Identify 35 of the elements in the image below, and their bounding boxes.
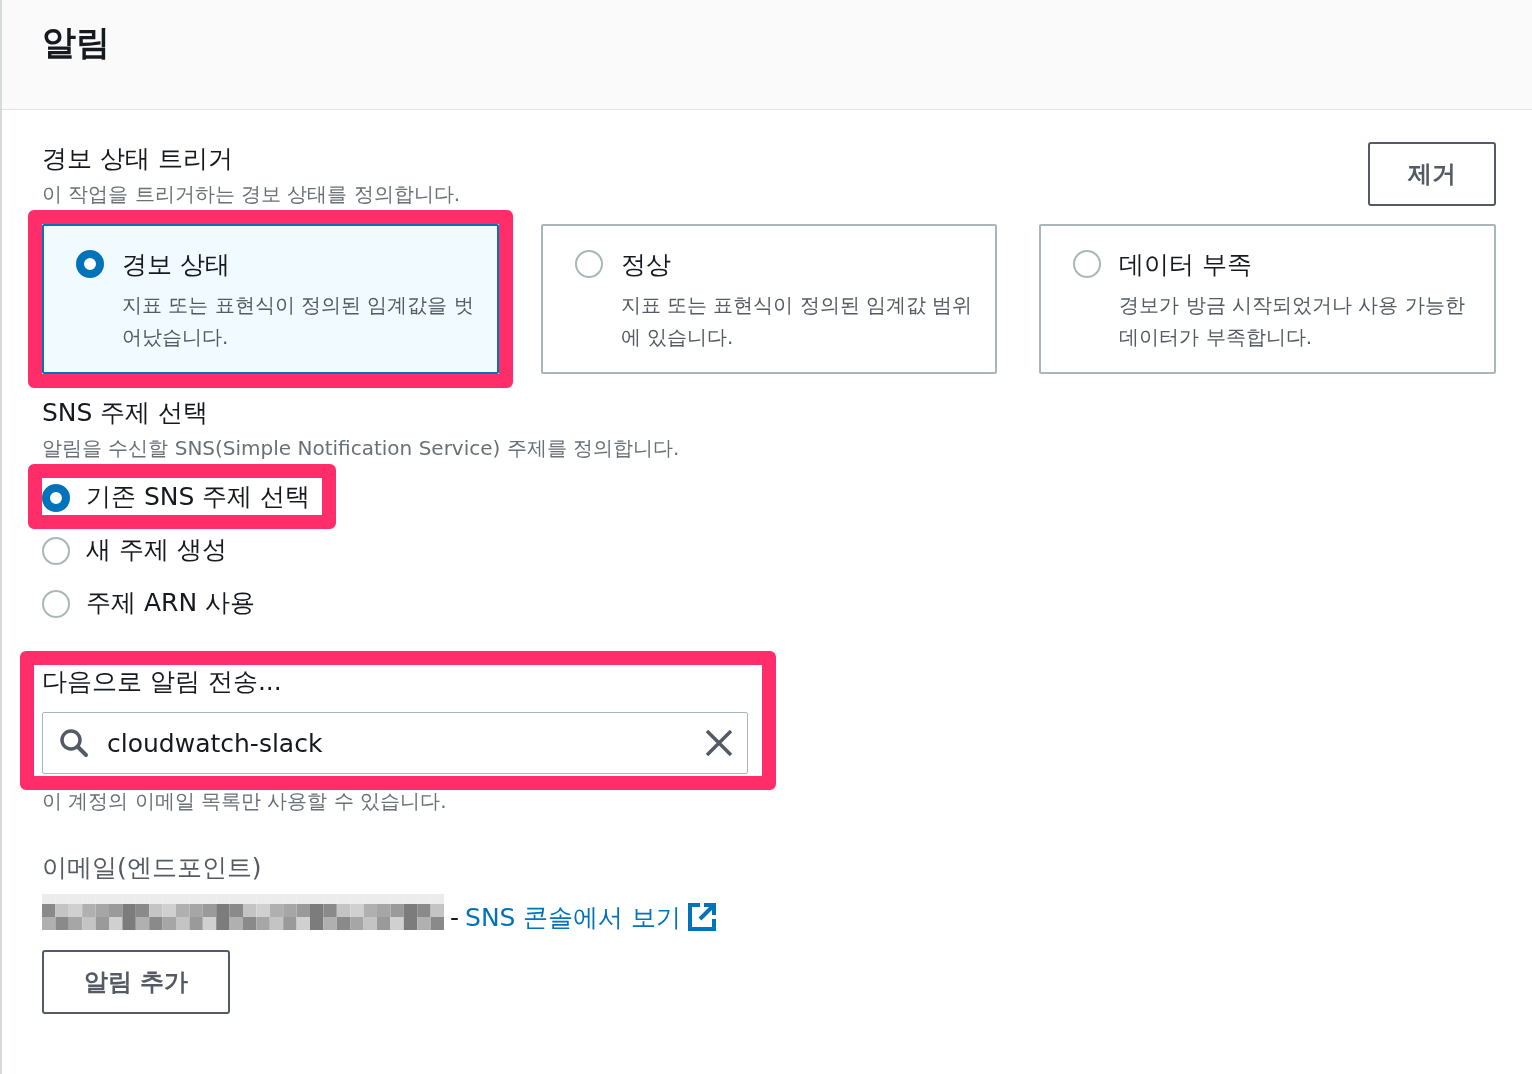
tile-title: 데이터 부족 — [1119, 249, 1254, 281]
field-value: cloudwatch-slack — [107, 728, 324, 758]
tile-title: 정상 — [620, 249, 672, 281]
field-hint: 이 계정의 이메일 목록만 사용할 수 있습니다. — [42, 788, 448, 815]
remove-button[interactable]: 제거 — [1368, 142, 1496, 206]
radio-button[interactable] — [42, 483, 70, 512]
separator-text: - — [450, 902, 460, 932]
radio-button[interactable] — [574, 250, 603, 278]
tile-title: 경보 상태 — [122, 249, 231, 281]
radio-button[interactable] — [42, 536, 70, 565]
panel-title: 알림 — [42, 22, 110, 62]
console-link[interactable]: SNS 콘솔에서 보기 — [465, 900, 682, 934]
tile-description: 지표 또는 표현식이 정의된 임계값을 벗어났습니다. — [122, 292, 475, 351]
radio-label[interactable]: 새 주제 생성 — [86, 533, 227, 566]
search-field[interactable]: cloudwatch-slack — [42, 712, 748, 774]
tile-description: 지표 또는 표현식이 정의된 임계값 범위에 있습니다. — [620, 292, 974, 351]
radio-button[interactable] — [42, 589, 70, 618]
radio-tile[interactable]: 데이터 부족 경보가 방금 시작되었거나 사용 가능한 데이터가 부족합니다. — [1039, 224, 1496, 374]
radio-label[interactable]: 기존 SNS 주제 선택 — [86, 480, 311, 513]
section-description: 이 작업을 트리거하는 경보 상태를 정의합니다. — [42, 181, 461, 208]
clear-icon[interactable] — [705, 729, 733, 757]
radio-tile[interactable]: 경보 상태 지표 또는 표현식이 정의된 임계값을 벗어났습니다. — [42, 224, 499, 374]
field-label: 이메일(엔드포인트) — [42, 852, 263, 884]
section-label: SNS 주제 선택 — [42, 397, 210, 429]
external-link-icon[interactable] — [687, 902, 718, 932]
section-description: 알림을 수신할 SNS(Simple Notification Service) 주제를 정의합니다. — [42, 435, 681, 462]
tile-description: 경보가 방금 시작되었거나 사용 가능한 데이터가 부족합니다. — [1119, 292, 1466, 351]
section-label: 경보 상태 트리거 — [42, 143, 234, 175]
radio-label[interactable]: 주제 ARN 사용 — [86, 586, 256, 619]
radio-button[interactable] — [76, 250, 104, 278]
add-notification-button[interactable]: 알림 추가 — [42, 950, 231, 1014]
radio-button[interactable] — [1073, 250, 1102, 278]
search-icon — [59, 728, 89, 758]
field-label: 다음으로 알림 전송... — [42, 666, 283, 698]
radio-tile[interactable]: 정상 지표 또는 표현식이 정의된 임계값 범위에 있습니다. — [540, 224, 998, 374]
